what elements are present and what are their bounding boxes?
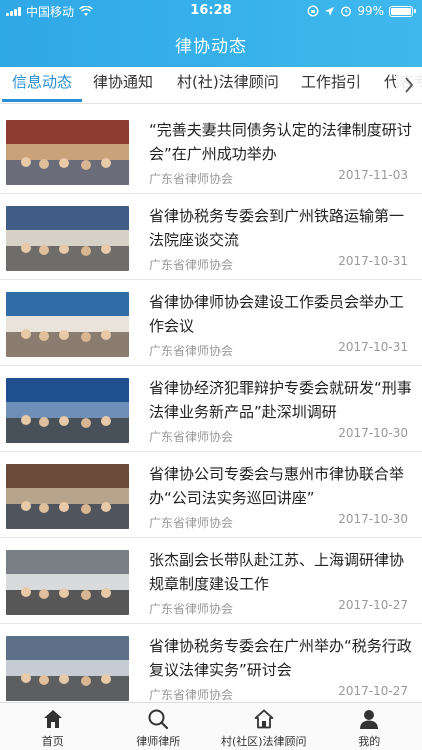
top-bar: 中国移动 16:28 99% 律协动态 bbox=[0, 0, 422, 67]
nav-community-advisor-label: 村(社区)法律顾问 bbox=[220, 735, 307, 748]
news-item[interactable]: 省律协税务专委会到广州铁路运输第一法院座谈交流广东省律师协会 2017-10-31 bbox=[0, 194, 422, 280]
nav-lawyers-label: 律师律所 bbox=[136, 735, 181, 748]
news-source: 广东省律师协会 bbox=[149, 688, 234, 702]
news-date: 2017-10-31 bbox=[338, 254, 408, 268]
news-title: 省律协经济犯罪辩护专委会就研发“刑事法律业务新产品”赴深圳调研 bbox=[149, 379, 412, 421]
news-item[interactable]: 省律协税务专委会在广州举办“税务行政复议法律实务”研讨会广东省律师协会 2017-… bbox=[0, 624, 422, 702]
news-date: 2017-10-31 bbox=[338, 340, 408, 354]
news-title: 省律协税务专委会到广州铁路运输第一法院座谈交流 bbox=[149, 207, 405, 249]
news-thumbnail bbox=[6, 636, 129, 701]
news-thumbnail bbox=[6, 292, 129, 357]
nav-home-label: 首页 bbox=[41, 735, 64, 748]
news-item[interactable]: 省律协律师协会建设工作委员会举办工作会议广东省律师协会 2017-10-31 bbox=[0, 280, 422, 366]
news-source: 广东省律师协会 bbox=[149, 172, 234, 186]
news-title: 省律协公司专委会与惠州市律协联合举办“公司法实务巡回讲座” bbox=[149, 465, 405, 507]
news-source: 广东省律师协会 bbox=[149, 430, 234, 444]
wifi-icon bbox=[79, 5, 93, 16]
news-item[interactable]: 省律协公司专委会与惠州市律协联合举办“公司法实务巡回讲座” 广东省律师协会 2017… bbox=[0, 452, 422, 538]
tab-info-news[interactable]: 信息动态 bbox=[1, 67, 83, 103]
news-source: 广东省律师协会 bbox=[149, 516, 234, 530]
signal-icon bbox=[6, 6, 21, 16]
user-icon bbox=[360, 710, 379, 729]
news-date: 2017-10-27 bbox=[338, 684, 408, 698]
tab-notices[interactable]: 律协通知 bbox=[93, 67, 153, 103]
home-icon bbox=[43, 710, 62, 728]
tab-village-legal-advisor[interactable]: 村(社)法律顾问 bbox=[177, 67, 279, 103]
news-thumbnail bbox=[6, 120, 129, 185]
news-title: 省律协律师协会建设工作委员会举办工作会议 bbox=[149, 293, 405, 335]
nav-me-label: 我的 bbox=[358, 735, 381, 748]
house-icon bbox=[254, 709, 274, 729]
news-thumbnail bbox=[6, 550, 129, 615]
news-source: 广东省律师协会 bbox=[149, 602, 234, 616]
news-source: 广东省律师协会 bbox=[149, 344, 234, 358]
news-item[interactable]: 张杰副会长带队赴江苏、上海调研律协规章制度建设工作广东省律师协会 2017-10-… bbox=[0, 538, 422, 624]
search-icon bbox=[148, 709, 169, 730]
news-date: 2017-10-30 bbox=[338, 512, 408, 526]
rotation-lock-icon bbox=[307, 5, 319, 17]
news-thumbnail bbox=[6, 378, 129, 443]
carrier-label: 中国移动 bbox=[26, 4, 75, 19]
news-title: “完善夫妻共同债务认定的法律制度研讨会”在广州成功举办 bbox=[149, 121, 412, 163]
news-title: 张杰副会长带队赴江苏、上海调研律协规章制度建设工作 bbox=[149, 551, 405, 593]
news-source: 广东省律师协会 bbox=[149, 258, 234, 272]
category-tabs: 信息动态 律协通知 村(社)法律顾问 工作指引 代表专 bbox=[0, 67, 422, 104]
news-item[interactable]: “完善夫妻共同债务认定的法律制度研讨会”在广州成功举办广东省律师协会 2017-1… bbox=[0, 108, 422, 194]
nav-home[interactable]: 首页 bbox=[0, 703, 106, 750]
news-date: 2017-11-03 bbox=[338, 168, 408, 182]
battery-percent: 99% bbox=[357, 4, 384, 18]
news-date: 2017-10-30 bbox=[338, 426, 408, 440]
news-thumbnail bbox=[6, 464, 129, 529]
news-date: 2017-10-27 bbox=[338, 598, 408, 612]
location-icon bbox=[325, 6, 335, 16]
chevron-right-icon[interactable] bbox=[396, 67, 422, 103]
news-title: 省律协税务专委会在广州举办“税务行政复议法律实务”研讨会 bbox=[149, 637, 412, 679]
nav-community-advisor[interactable]: 村(社区)法律顾问 bbox=[211, 703, 317, 750]
news-thumbnail bbox=[6, 206, 129, 271]
tab-work-guide[interactable]: 工作指引 bbox=[301, 67, 361, 103]
status-bar: 中国移动 16:28 99% bbox=[0, 0, 422, 22]
alarm-icon bbox=[341, 6, 352, 17]
nav-me[interactable]: 我的 bbox=[317, 703, 422, 750]
nav-lawyers[interactable]: 律师律所 bbox=[106, 703, 212, 750]
page-title: 律协动态 bbox=[175, 37, 247, 57]
battery-icon bbox=[389, 5, 416, 17]
bottom-nav: 首页 律师律所 村(社区)法律顾问 我的 bbox=[0, 702, 422, 750]
news-item[interactable]: 省律协经济犯罪辩护专委会就研发“刑事法律业务新产品”赴深圳调研广东省律师协会 20… bbox=[0, 366, 422, 452]
news-list: “完善夫妻共同债务认定的法律制度研讨会”在广州成功举办广东省律师协会 2017-1… bbox=[0, 108, 422, 702]
